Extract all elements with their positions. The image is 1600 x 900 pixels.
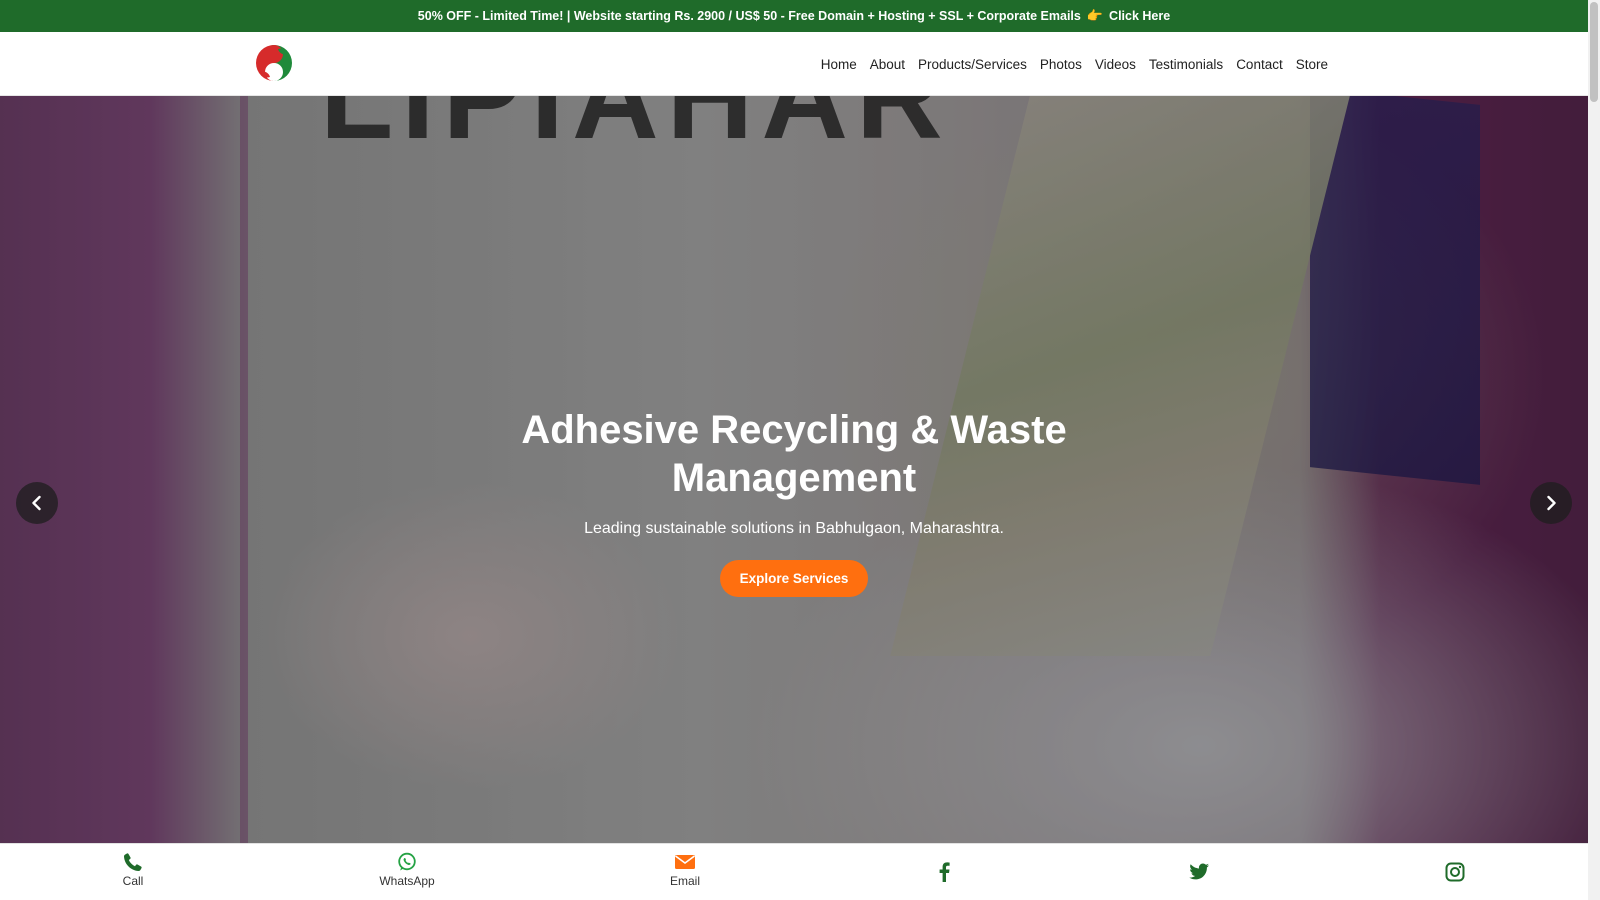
bottom-action-bar: Call WhatsApp Email bbox=[0, 843, 1588, 900]
slider-next-button[interactable] bbox=[1530, 482, 1572, 524]
whatsapp-label: WhatsApp bbox=[379, 874, 435, 888]
hero-content: Adhesive Recycling & Waste Management Le… bbox=[0, 406, 1588, 597]
whatsapp-icon bbox=[398, 852, 416, 871]
call-button[interactable]: Call bbox=[88, 852, 178, 888]
nav-photos[interactable]: Photos bbox=[1040, 57, 1082, 72]
nav-store[interactable]: Store bbox=[1296, 57, 1328, 72]
yin-yang-leaf-logo-icon bbox=[256, 45, 292, 81]
call-label: Call bbox=[122, 874, 144, 888]
scrollbar-thumb[interactable] bbox=[1590, 2, 1598, 102]
page-scrollbar[interactable] bbox=[1588, 0, 1600, 900]
slider-prev-button[interactable] bbox=[16, 482, 58, 524]
twitter-icon bbox=[1189, 863, 1209, 880]
whatsapp-button[interactable]: WhatsApp bbox=[362, 852, 452, 888]
instagram-button[interactable] bbox=[1410, 862, 1500, 882]
promo-click-here-link[interactable]: Click Here bbox=[1109, 9, 1170, 23]
site-logo[interactable] bbox=[254, 43, 294, 83]
chevron-right-icon bbox=[1547, 495, 1556, 511]
explore-services-button[interactable]: Explore Services bbox=[719, 560, 869, 597]
facebook-button[interactable] bbox=[899, 862, 989, 882]
site-header: Home About Products/Services Photos Vide… bbox=[0, 32, 1588, 96]
hero-subtitle: Leading sustainable solutions in Babhulg… bbox=[584, 520, 1004, 537]
nav-contact[interactable]: Contact bbox=[1236, 57, 1283, 72]
instagram-icon bbox=[1445, 862, 1465, 882]
nav-about[interactable]: About bbox=[870, 57, 905, 72]
email-label: Email bbox=[669, 874, 700, 888]
nav-home[interactable]: Home bbox=[821, 57, 857, 72]
promo-text: 50% OFF - Limited Time! | Website starti… bbox=[417, 9, 1081, 23]
phone-icon bbox=[124, 853, 142, 871]
twitter-button[interactable] bbox=[1154, 862, 1244, 882]
pointing-hand-icon: 👉 bbox=[1086, 8, 1104, 23]
email-button[interactable]: Email bbox=[640, 852, 730, 888]
hero-slider: LIPIAHAR Adhesive Recycling & Waste Mana… bbox=[0, 96, 1588, 843]
envelope-icon bbox=[675, 855, 695, 869]
nav-testimonials[interactable]: Testimonials bbox=[1149, 57, 1223, 72]
chevron-left-icon bbox=[32, 495, 41, 511]
nav-videos[interactable]: Videos bbox=[1095, 57, 1136, 72]
facebook-icon bbox=[939, 862, 950, 882]
nav-products-services[interactable]: Products/Services bbox=[918, 57, 1027, 72]
main-nav: Home About Products/Services Photos Vide… bbox=[821, 32, 1328, 96]
promo-bar: 50% OFF - Limited Time! | Website starti… bbox=[0, 0, 1588, 32]
hero-title: Adhesive Recycling & Waste Management bbox=[521, 408, 1067, 500]
